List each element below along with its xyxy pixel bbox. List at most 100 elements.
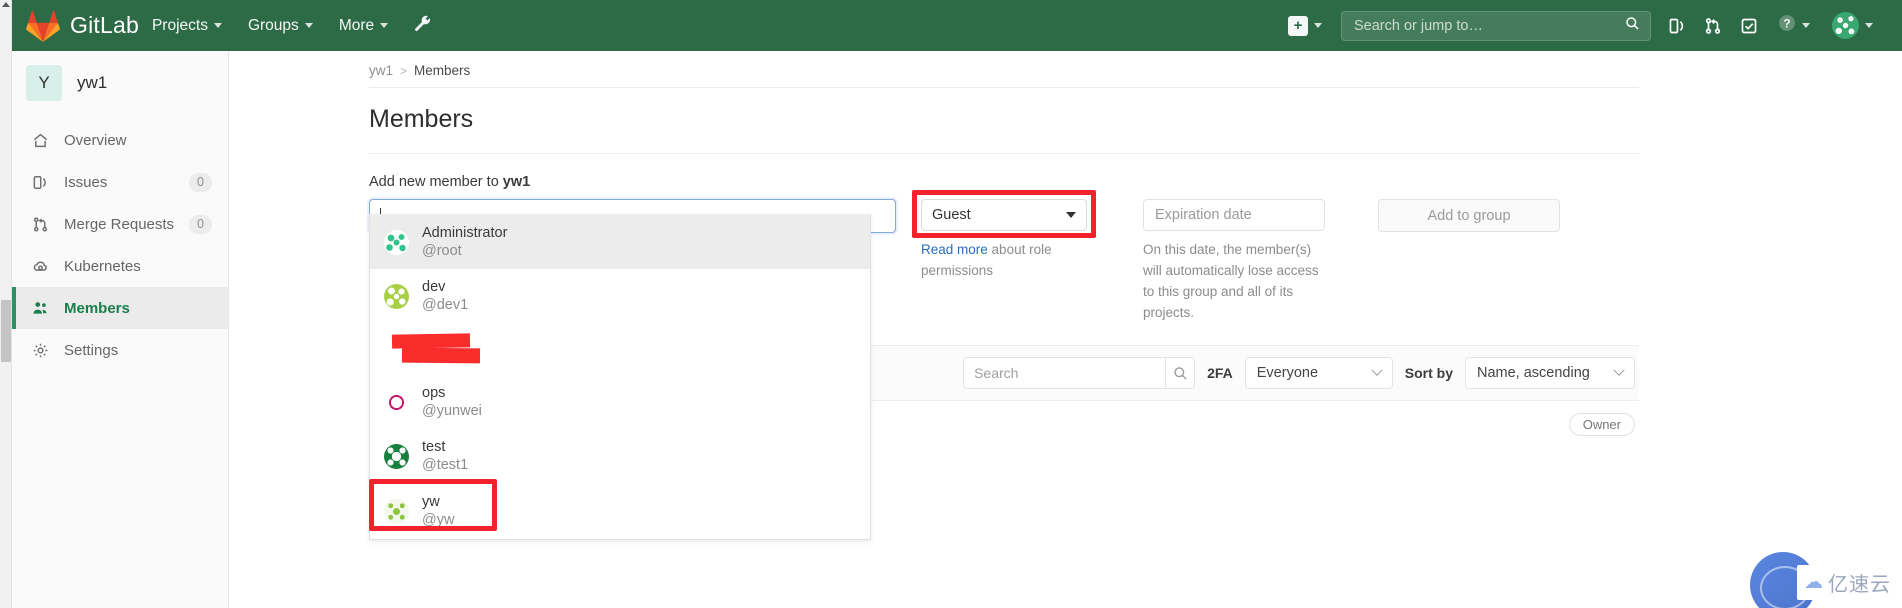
navbar-brand[interactable]: GitLab bbox=[70, 12, 139, 39]
role-column: Guest Read more about role permissions bbox=[912, 190, 1103, 281]
breadcrumb-current[interactable]: Members bbox=[414, 63, 470, 78]
sidebar-item-members[interactable]: Members bbox=[12, 287, 228, 329]
redaction-bar bbox=[401, 347, 481, 364]
gear-icon bbox=[32, 342, 54, 359]
watermark-tag: ☁ 亿速云 bbox=[1797, 565, 1898, 600]
list-item-text: ops @yunwei bbox=[422, 384, 482, 420]
nav-projects[interactable]: Projects bbox=[139, 0, 235, 51]
nav-groups[interactable]: Groups bbox=[235, 0, 326, 51]
sidebar-item-kubernetes[interactable]: Kubernetes bbox=[12, 245, 228, 287]
chevron-down-icon bbox=[1371, 364, 1383, 376]
user-menu[interactable] bbox=[1821, 0, 1884, 51]
expiration-date-input[interactable]: Expiration date bbox=[1143, 199, 1325, 231]
list-item-redacted[interactable] bbox=[370, 323, 870, 375]
add-to-group-button[interactable]: Add to group bbox=[1378, 199, 1560, 232]
list-item[interactable]: dev @dev1 bbox=[370, 269, 870, 323]
search-input[interactable] bbox=[1352, 16, 1625, 35]
search-icon[interactable] bbox=[1165, 357, 1196, 389]
avatar bbox=[384, 498, 409, 524]
sidebar-group-header[interactable]: Y yw1 bbox=[12, 51, 228, 115]
watermark-text: 亿速云 bbox=[1828, 574, 1891, 596]
search-icon[interactable] bbox=[1625, 16, 1640, 36]
list-item-text: test @test1 bbox=[422, 438, 468, 474]
help-icon: ? bbox=[1778, 14, 1796, 37]
sidebar-item-issues-label: Issues bbox=[64, 173, 108, 191]
avatar bbox=[1832, 12, 1859, 39]
browser-scrollbar[interactable] bbox=[0, 0, 12, 608]
sort-label: Sort by bbox=[1404, 365, 1453, 381]
todos-icon[interactable] bbox=[1731, 0, 1767, 51]
svg-text:?: ? bbox=[1783, 17, 1790, 31]
kubernetes-icon bbox=[32, 258, 54, 275]
scrollbar-thumb[interactable] bbox=[1, 300, 11, 362]
chevron-down-icon bbox=[1802, 23, 1810, 28]
new-item-dropdown[interactable]: + bbox=[1277, 0, 1333, 51]
sidebar-item-issues[interactable]: Issues 0 bbox=[12, 161, 228, 203]
expiration-help-text: On this date, the member(s) will automat… bbox=[1143, 242, 1319, 320]
list-item-name: test bbox=[422, 439, 446, 455]
avatar bbox=[384, 443, 409, 469]
group-avatar: Y bbox=[26, 65, 62, 101]
status-badge: Owner bbox=[1568, 413, 1635, 436]
chevron-down-icon bbox=[213, 23, 222, 28]
list-item-text: dev @dev1 bbox=[422, 278, 468, 314]
sidebar-nav-list: Overview Issues 0 Merge Requests 0 Kuber… bbox=[12, 119, 228, 371]
merge-requests-icon bbox=[32, 216, 54, 233]
help-dropdown[interactable]: ? bbox=[1767, 0, 1821, 51]
list-item-name: yw bbox=[422, 494, 440, 510]
issues-icon[interactable] bbox=[1659, 0, 1695, 51]
sort-by-value: Name, ascending bbox=[1477, 365, 1590, 381]
list-item[interactable]: Administrator @root bbox=[370, 215, 870, 269]
list-item[interactable]: test @test1 bbox=[370, 429, 870, 483]
admin-area-button[interactable] bbox=[401, 0, 444, 51]
members-icon bbox=[32, 300, 54, 317]
member-autocomplete-dropdown[interactable]: Administrator @root dev @dev1 ops @yunwe… bbox=[369, 214, 871, 540]
role-select[interactable]: Guest bbox=[921, 199, 1087, 231]
gitlab-logo-icon[interactable] bbox=[26, 9, 60, 43]
group-sidebar: Y yw1 Overview Issues 0 Merge Requests 0… bbox=[12, 51, 229, 608]
read-more-link[interactable]: Read more bbox=[921, 242, 988, 257]
avatar bbox=[384, 283, 409, 309]
page-title: Members bbox=[369, 105, 474, 133]
merge-requests-icon[interactable] bbox=[1695, 0, 1731, 51]
list-item-handle: @test1 bbox=[422, 457, 469, 473]
sidebar-item-overview-label: Overview bbox=[64, 131, 127, 149]
sidebar-item-overview[interactable]: Overview bbox=[12, 119, 228, 161]
list-item[interactable]: yw @yw bbox=[369, 479, 870, 539]
members-search-input[interactable] bbox=[963, 357, 1166, 389]
list-item-handle: @yw bbox=[422, 512, 455, 528]
sidebar-item-settings[interactable]: Settings bbox=[12, 329, 228, 371]
members-search[interactable] bbox=[963, 357, 1196, 389]
navbar-right: + Search or jump to… ? bbox=[1255, 0, 1902, 51]
role-help-text: Read more about role permissions bbox=[921, 239, 1086, 281]
sidebar-item-merge-requests-label: Merge Requests bbox=[64, 215, 175, 233]
cloud-icon: ☁ bbox=[1804, 572, 1823, 593]
chevron-down-icon bbox=[1066, 212, 1076, 218]
list-item-text: yw @yw bbox=[422, 493, 454, 529]
chevron-down-icon bbox=[1613, 364, 1625, 376]
sidebar-item-members-label: Members bbox=[64, 299, 130, 317]
role-select-value: Guest bbox=[932, 207, 971, 223]
redaction-annotation bbox=[384, 332, 481, 366]
nav-groups-label: Groups bbox=[247, 16, 299, 34]
twofa-label: 2FA bbox=[1207, 365, 1233, 381]
breadcrumb-group[interactable]: yw1 bbox=[369, 63, 393, 78]
chevron-down-icon bbox=[380, 23, 389, 28]
sort-by-select[interactable]: Name, ascending bbox=[1465, 357, 1635, 389]
add-member-label: Add new member to yw1 bbox=[369, 154, 1639, 199]
list-item[interactable]: ops @yunwei bbox=[370, 375, 870, 429]
navbar-left: GitLab Projects Groups More bbox=[12, 0, 444, 51]
global-search[interactable] bbox=[1341, 10, 1651, 41]
breadcrumb: yw1 > Members bbox=[369, 51, 1639, 87]
nav-projects-label: Projects bbox=[151, 16, 208, 34]
list-item-handle: @dev1 bbox=[422, 297, 469, 313]
breadcrumb-separator-icon: > bbox=[400, 63, 408, 78]
twofa-filter-select[interactable]: Everyone bbox=[1244, 357, 1393, 389]
scroll-up-arrow-icon[interactable] bbox=[2, 2, 10, 7]
redaction-bar bbox=[391, 333, 471, 349]
sidebar-item-merge-requests[interactable]: Merge Requests 0 bbox=[12, 203, 228, 245]
nav-more-label: More bbox=[338, 16, 375, 34]
sidebar-item-kubernetes-label: Kubernetes bbox=[64, 257, 141, 275]
nav-more[interactable]: More bbox=[326, 0, 401, 51]
submit-column: Add to group bbox=[1378, 199, 1560, 232]
